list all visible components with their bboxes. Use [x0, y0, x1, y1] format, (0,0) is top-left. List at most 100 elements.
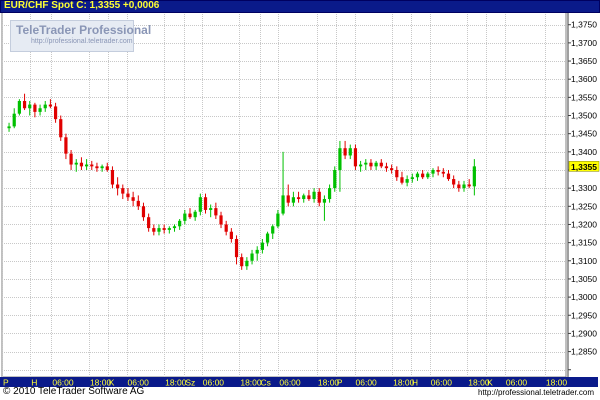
candle-body — [343, 148, 347, 156]
candlestick-chart: 1,2850 1,2900 1,2950 1,3000 1,3050 1,3100 1,31… — [0, 11, 600, 388]
candle-body — [441, 171, 445, 174]
candle-body — [74, 162, 78, 165]
candle-body — [38, 108, 42, 112]
candle-body — [141, 206, 146, 218]
candle-body — [457, 184, 461, 189]
candle-body — [131, 197, 135, 201]
candle-body — [286, 195, 290, 203]
candle-body — [183, 213, 187, 221]
candle-body — [33, 104, 37, 112]
candle-body — [276, 213, 280, 227]
candle-body — [152, 228, 156, 232]
y-tick-label: 1,3000 — [571, 292, 597, 302]
logo-url: http://professional.teletrader.com — [31, 38, 133, 45]
x-tick-label: Sz — [185, 378, 195, 388]
candle-body — [400, 177, 404, 183]
y-tick-label: 1,3400 — [571, 147, 597, 157]
candle-body — [198, 197, 202, 212]
candle-body — [28, 104, 32, 109]
y-tick-label: 1,3100 — [571, 256, 597, 266]
y-tick-label: 1,3500 — [571, 111, 597, 121]
y-tick-label: 1,3250 — [571, 201, 597, 211]
x-tick-label: P — [337, 378, 343, 388]
candle-body — [426, 173, 430, 178]
candle-body — [59, 119, 63, 138]
y-tick-label: 1,3550 — [571, 92, 597, 102]
footer-url: http://professional.teletrader.com — [477, 388, 594, 397]
candle-body — [436, 169, 440, 172]
candle-body — [69, 153, 73, 165]
candle-body — [126, 193, 130, 198]
y-tick-label: 1,3600 — [571, 74, 597, 84]
candle-body — [302, 195, 306, 200]
y-tick-label: 1,3300 — [571, 183, 597, 193]
x-tick-label: 06:00 — [431, 378, 453, 388]
candle-body — [110, 169, 115, 185]
candle-body — [193, 211, 197, 218]
candle-body — [390, 168, 394, 170]
candle-body — [307, 195, 311, 200]
x-tick-label: K — [487, 378, 493, 388]
candle-body — [147, 217, 151, 229]
candle-body — [53, 106, 58, 120]
candle-body — [84, 164, 89, 167]
y-tick-label: 1,3750 — [571, 20, 597, 30]
candle-body — [296, 197, 301, 200]
x-tick-label: 06:00 — [279, 378, 301, 388]
title-bar: EUR/CHF Spot C: 1,3355 +0,0006 — [0, 0, 600, 13]
candle-body — [312, 191, 316, 200]
y-tick-label: 1,3200 — [571, 219, 597, 229]
candle-body — [374, 162, 378, 167]
candle-body — [79, 162, 84, 167]
x-tick-label: 18:00 — [546, 378, 568, 388]
candle-body — [229, 231, 233, 239]
candle-body — [291, 197, 296, 203]
candle-body — [446, 173, 451, 180]
candle-body — [472, 166, 476, 187]
candle-body — [333, 169, 337, 189]
candle-body — [359, 164, 363, 167]
y-tick-label: 1,3650 — [571, 56, 597, 66]
teletrader-logo: TeleTrader Professional http://professio… — [10, 20, 151, 52]
plot-area — [1, 11, 567, 378]
candle-body — [405, 179, 409, 183]
candle-body — [48, 104, 53, 107]
copyright-text: © 2010 TeleTrader Software AG — [3, 386, 145, 397]
candle-body — [421, 173, 425, 178]
y-tick-label: 1,3150 — [571, 238, 597, 248]
candle-body — [90, 164, 94, 167]
candle-body — [100, 166, 104, 169]
candle-body — [12, 113, 16, 127]
candle-body — [327, 188, 332, 200]
x-tick-label: 06:00 — [203, 378, 225, 388]
y-tick-label: 1,2950 — [571, 310, 597, 320]
x-tick-label: H — [412, 378, 418, 388]
candle-body — [203, 197, 208, 210]
candle-body — [452, 179, 456, 185]
candle-body — [250, 253, 254, 261]
y-tick-label: 1,3700 — [571, 38, 597, 48]
candle-body — [462, 184, 466, 189]
candle-body — [7, 126, 11, 129]
candle-body — [234, 238, 239, 258]
candle-body — [95, 166, 99, 169]
x-tick-label: 18:00 — [240, 378, 262, 388]
candle-body — [369, 162, 373, 167]
candle-body — [162, 228, 166, 230]
candle-body — [22, 100, 27, 109]
y-tick-label: 1,2900 — [571, 328, 597, 338]
candle-body — [178, 220, 182, 227]
candle-body — [240, 257, 244, 267]
candle-body — [322, 199, 327, 203]
candle-body — [353, 148, 358, 167]
y-tick-label: 1,2850 — [571, 347, 597, 357]
candle-body — [224, 224, 228, 232]
candle-body — [364, 162, 368, 165]
candle-body — [384, 166, 389, 169]
x-tick-label: 06:00 — [356, 378, 378, 388]
candle-body — [116, 184, 120, 189]
candle-body — [136, 200, 140, 207]
candle-body — [467, 184, 471, 187]
candle-body — [157, 228, 161, 232]
candle-body — [245, 260, 249, 267]
